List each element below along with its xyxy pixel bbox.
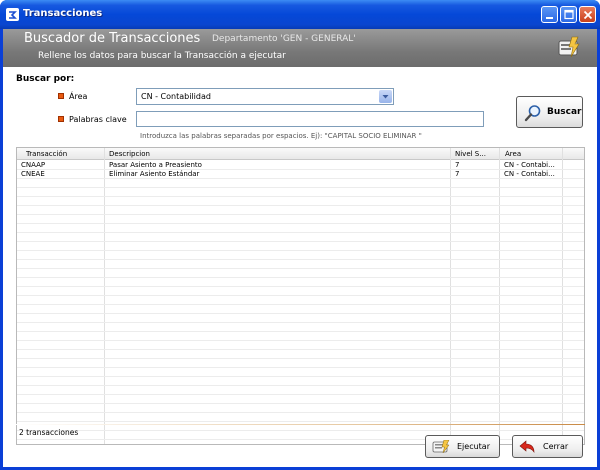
cell-descripcion: Eliminar Asiento Estándar bbox=[109, 170, 200, 178]
column-header-area[interactable]: Área bbox=[505, 150, 561, 158]
empty-table-row bbox=[17, 251, 584, 260]
execute-button-label: Ejecutar bbox=[457, 442, 490, 451]
execute-icon bbox=[432, 440, 450, 454]
maximize-button[interactable] bbox=[560, 6, 577, 23]
empty-table-row bbox=[17, 179, 584, 188]
empty-table-row bbox=[17, 233, 584, 242]
empty-table-row bbox=[17, 386, 584, 395]
header-banner: Buscador de Transacciones Departamento '… bbox=[3, 29, 597, 67]
keywords-label: Palabras clave bbox=[69, 115, 127, 124]
empty-table-row bbox=[17, 188, 584, 197]
empty-table-row bbox=[17, 296, 584, 305]
empty-table-row bbox=[17, 332, 584, 341]
empty-table-row bbox=[17, 269, 584, 278]
column-header-transaccion[interactable]: Transacción bbox=[26, 150, 106, 158]
minimize-icon bbox=[546, 17, 553, 19]
column-header-descripcion[interactable]: Descripcion bbox=[109, 150, 439, 158]
empty-table-row bbox=[17, 368, 584, 377]
area-dropdown[interactable]: CN - Contabilidad bbox=[136, 88, 394, 105]
transactions-table[interactable]: Transacción Descripcion Nivel S... Área … bbox=[16, 147, 585, 445]
empty-table-row bbox=[17, 206, 584, 215]
empty-table-row bbox=[17, 413, 584, 422]
department-label: Departamento 'GEN - GENERAL' bbox=[212, 34, 356, 44]
empty-table-row bbox=[17, 224, 584, 233]
table-row[interactable]: CNAAP Pasar Asiento a Preasiento 7 CN - … bbox=[17, 161, 584, 170]
window-title: Transacciones bbox=[23, 8, 103, 19]
empty-table-row bbox=[17, 242, 584, 251]
status-count: 2 transacciones bbox=[19, 428, 79, 437]
transaction-card-icon bbox=[558, 36, 580, 58]
close-window-button[interactable] bbox=[579, 6, 596, 23]
search-button-label: Buscar bbox=[547, 107, 582, 117]
empty-table-row bbox=[17, 215, 584, 224]
cell-nivel: 7 bbox=[455, 161, 460, 169]
app-icon bbox=[6, 8, 19, 21]
window: Transacciones Buscador de Transacciones … bbox=[0, 0, 600, 470]
footer-divider bbox=[16, 424, 585, 425]
empty-table-row bbox=[17, 359, 584, 368]
minimize-button[interactable] bbox=[541, 6, 558, 23]
cell-area: CN - Contabi... bbox=[504, 170, 555, 178]
cell-nivel: 7 bbox=[455, 170, 460, 178]
close-button[interactable]: Cerrar bbox=[512, 435, 583, 458]
back-arrow-icon bbox=[519, 440, 535, 453]
column-header-nivel[interactable]: Nivel S... bbox=[455, 150, 495, 158]
empty-table-row bbox=[17, 278, 584, 287]
keywords-bullet bbox=[58, 116, 64, 122]
area-selected-value: CN - Contabilidad bbox=[141, 92, 211, 101]
banner-title: Buscador de Transacciones bbox=[24, 31, 201, 46]
dropdown-arrow[interactable] bbox=[379, 90, 392, 103]
cell-transaccion: CNEAE bbox=[21, 170, 45, 178]
empty-table-row bbox=[17, 314, 584, 323]
keywords-hint: Introduzca las palabras separadas por es… bbox=[140, 132, 422, 140]
empty-table-row bbox=[17, 260, 584, 269]
empty-table-row bbox=[17, 323, 584, 332]
empty-table-row bbox=[17, 395, 584, 404]
empty-table-row bbox=[17, 377, 584, 386]
area-bullet bbox=[58, 93, 64, 99]
search-by-heading: Buscar por: bbox=[16, 74, 75, 84]
cell-area: CN - Contabi... bbox=[504, 161, 555, 169]
cell-descripcion: Pasar Asiento a Preasiento bbox=[109, 161, 202, 169]
keywords-input[interactable] bbox=[136, 111, 484, 127]
search-button[interactable]: Buscar bbox=[516, 96, 583, 128]
empty-table-row bbox=[17, 305, 584, 314]
banner-subtitle: Rellene los datos para buscar la Transac… bbox=[38, 51, 286, 61]
empty-table-row bbox=[17, 287, 584, 296]
window-client-area: Buscador de Transacciones Departamento '… bbox=[3, 29, 597, 467]
execute-button[interactable]: Ejecutar bbox=[425, 435, 500, 458]
area-label: Área bbox=[69, 92, 88, 101]
empty-table-row bbox=[17, 404, 584, 413]
table-row[interactable]: CNEAE Eliminar Asiento Estándar 7 CN - C… bbox=[17, 170, 584, 179]
maximize-icon bbox=[564, 9, 574, 20]
magnifier-icon bbox=[524, 105, 541, 122]
dropdown-arrow-icon bbox=[382, 95, 389, 99]
title-bar[interactable]: Transacciones bbox=[0, 0, 600, 29]
empty-table-row bbox=[17, 341, 584, 350]
close-button-label: Cerrar bbox=[543, 442, 569, 451]
cell-transaccion: CNAAP bbox=[21, 161, 46, 169]
close-icon bbox=[583, 10, 593, 20]
empty-table-row bbox=[17, 197, 584, 206]
empty-table-row bbox=[17, 350, 584, 359]
